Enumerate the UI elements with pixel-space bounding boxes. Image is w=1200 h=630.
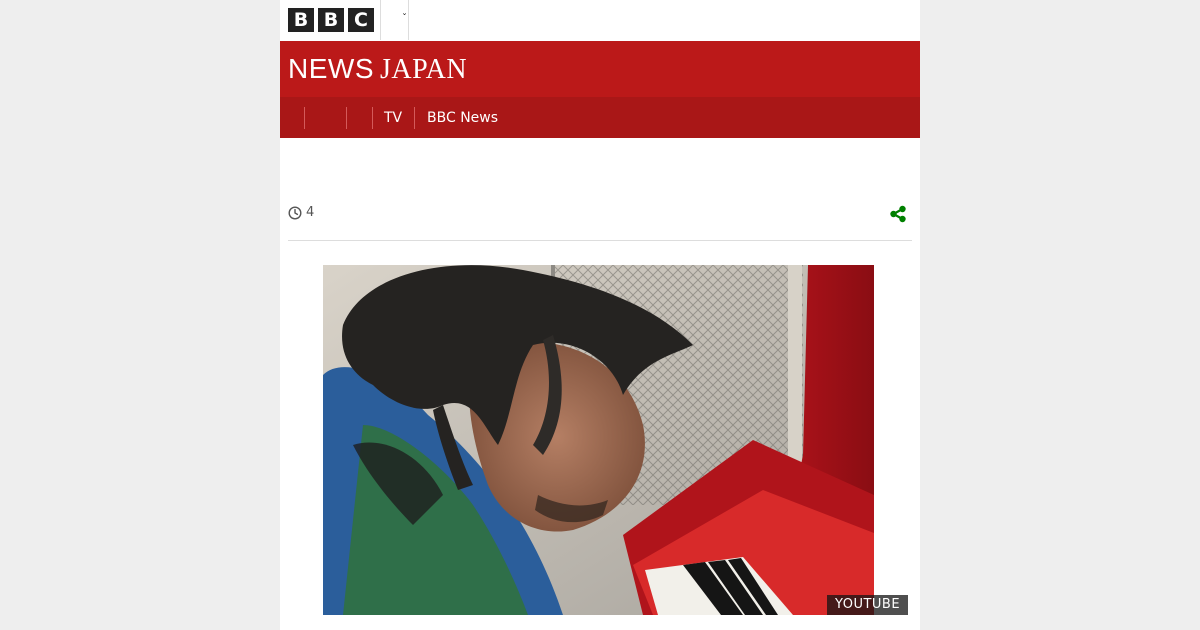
clock-icon — [288, 206, 302, 220]
bbc-logo-letter: B — [288, 8, 314, 32]
nav-item-blank-2[interactable] — [352, 107, 374, 129]
brand-japan-text: JAPAN — [380, 54, 468, 85]
bbc-masthead: B B C ˇ — [280, 0, 920, 40]
nav-separator — [372, 107, 373, 129]
chevron-down-icon[interactable]: ˇ — [402, 13, 407, 25]
brand-news-text: NEWS — [288, 53, 374, 84]
bbc-logo-letter: C — [348, 8, 374, 32]
nav-item-blank-1[interactable] — [310, 107, 340, 129]
masthead-divider — [408, 0, 409, 40]
nav-item-tv[interactable]: TV — [384, 107, 402, 129]
news-japan-logo[interactable]: NEWS JAPAN — [288, 53, 467, 86]
article-image — [323, 265, 874, 615]
article-meta: 4 — [288, 200, 912, 228]
photo-man-playing-red-piano — [323, 265, 874, 615]
nav-separator — [414, 107, 415, 129]
section-nav: TV BBC News — [280, 97, 920, 138]
image-credit: YOUTUBE — [827, 595, 909, 615]
masthead-divider — [380, 0, 381, 40]
page: B B C ˇ NEWS JAPAN TV BBC News 4 YOUTUBE — [280, 0, 920, 630]
news-banner: NEWS JAPAN — [280, 41, 920, 97]
bbc-logo-letter: B — [318, 8, 344, 32]
nav-separator — [304, 107, 305, 129]
bbc-logo[interactable]: B B C — [288, 8, 374, 32]
share-icon[interactable] — [888, 204, 908, 224]
nav-item-bbc-news[interactable]: BBC News — [427, 107, 498, 129]
divider — [288, 240, 912, 241]
read-time: 4 — [306, 205, 315, 220]
nav-separator — [346, 107, 347, 129]
